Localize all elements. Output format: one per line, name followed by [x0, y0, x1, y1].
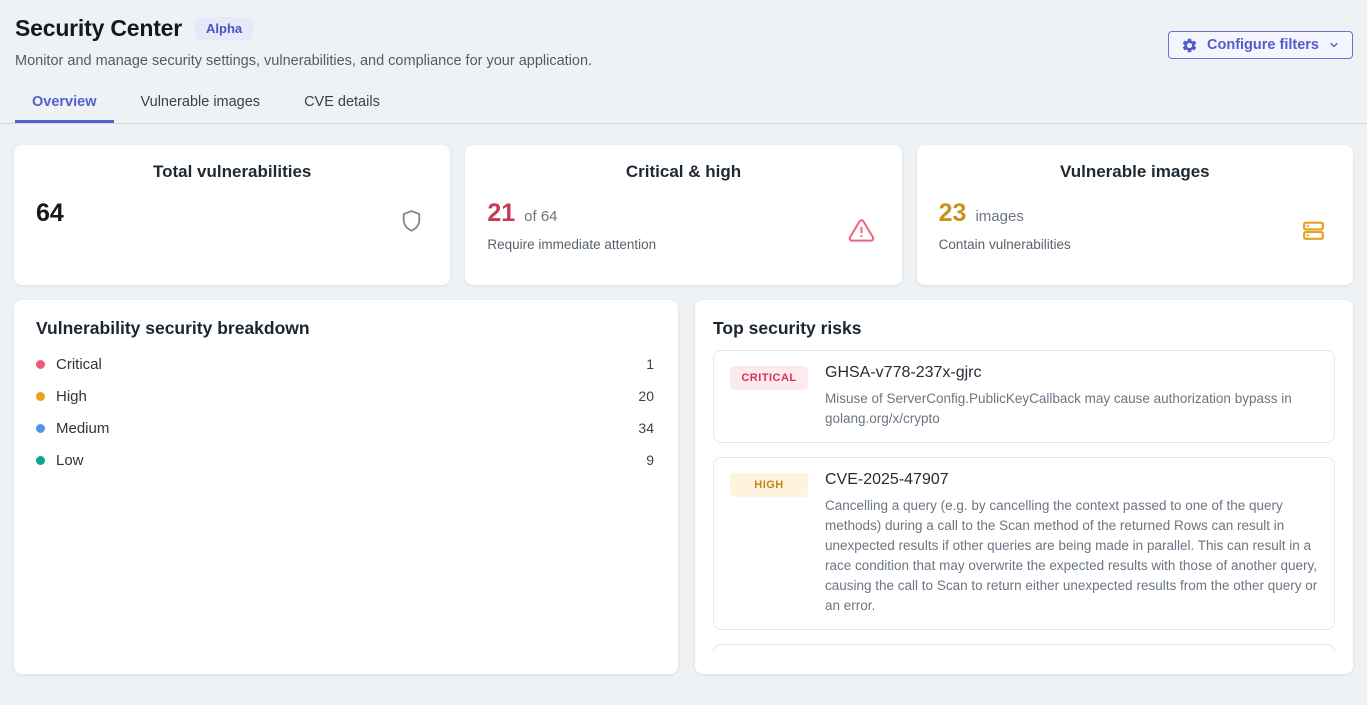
risk-card-ghsa-v778-237x-gjrc[interactable]: CRITICAL GHSA-v778-237x-gjrc Misuse of S… — [713, 350, 1335, 443]
stat-note: Require immediate attention — [487, 237, 879, 253]
tab-bar: Overview Vulnerable images CVE details — [0, 85, 1367, 124]
breakdown-rows: Critical 1 High 20 Medium 34 — [36, 348, 656, 476]
risk-card-cve-2025-47907[interactable]: HIGH CVE-2025-47907 Cancelling a query (… — [713, 457, 1335, 630]
high-dot — [36, 392, 45, 401]
breakdown-row-medium: Medium 34 — [36, 412, 656, 444]
breakdown-value: 20 — [638, 388, 656, 404]
page-title: Security Center — [15, 15, 182, 42]
stat-card-title: Vulnerable images — [939, 162, 1331, 182]
configure-filters-button[interactable]: Configure filters — [1168, 31, 1353, 59]
medium-dot — [36, 424, 45, 433]
lower-panels: Vulnerability security breakdown Critica… — [14, 300, 1353, 674]
risk-body: GHSA-v778-237x-gjrc Misuse of ServerConf… — [825, 364, 1318, 429]
shield-icon — [399, 207, 424, 240]
page-subtitle: Monitor and manage security settings, vu… — [15, 53, 1353, 69]
alpha-badge: Alpha — [195, 17, 253, 40]
breakdown-title: Vulnerability security breakdown — [36, 318, 656, 339]
breakdown-value: 9 — [646, 452, 656, 468]
configure-filters-label: Configure filters — [1207, 37, 1319, 53]
stat-note — [36, 237, 428, 253]
risk-id: GHSA-v778-237x-gjrc — [825, 364, 1318, 382]
stat-value: 64 — [36, 199, 64, 228]
warning-triangle-icon — [847, 217, 876, 249]
breakdown-label: Medium — [56, 420, 109, 437]
stat-card-content: 64 — [36, 199, 428, 228]
breakdown-row-low: Low 9 — [36, 444, 656, 476]
gear-icon — [1181, 37, 1198, 54]
security-center-page: Security Center Alpha Monitor and manage… — [0, 0, 1367, 705]
risk-card-cve-2025-9086[interactable]: HIGH CVE-2025-9086 — [713, 644, 1335, 652]
risk-body: CVE-2025-47907 Cancelling a query (e.g. … — [825, 471, 1318, 616]
stat-card-content: 23 images — [939, 199, 1331, 228]
top-security-risks-panel: Top security risks CRITICAL GHSA-v778-23… — [695, 300, 1353, 674]
chevron-down-icon — [1328, 39, 1340, 51]
breakdown-value: 1 — [646, 356, 656, 372]
stat-card-title: Total vulnerabilities — [36, 162, 428, 182]
tab-overview[interactable]: Overview — [15, 85, 114, 123]
risk-description: Cancelling a query (e.g. by cancelling t… — [825, 496, 1318, 616]
risk-list: CRITICAL GHSA-v778-237x-gjrc Misuse of S… — [713, 350, 1335, 652]
vulnerability-breakdown-panel: Vulnerability security breakdown Critica… — [14, 300, 678, 674]
title-row: Security Center Alpha — [15, 15, 1353, 42]
stat-card-critical-high: Critical & high 21 of 64 Require immedia… — [465, 145, 901, 285]
risks-title: Top security risks — [713, 318, 1335, 339]
breakdown-row-critical: Critical 1 — [36, 348, 656, 380]
main-content: Total vulnerabilities 64 Critical & high… — [0, 145, 1367, 674]
stat-card-total-vulnerabilities: Total vulnerabilities 64 — [14, 145, 450, 285]
risk-id: CVE-2025-47907 — [825, 471, 1318, 489]
stat-note: Contain vulnerabilities — [939, 237, 1331, 253]
tab-vulnerable-images[interactable]: Vulnerable images — [124, 85, 278, 123]
breakdown-label: Low — [56, 452, 84, 469]
critical-dot — [36, 360, 45, 369]
breakdown-label: High — [56, 388, 87, 405]
breakdown-row-high: High 20 — [36, 380, 656, 412]
stat-card-vulnerable-images: Vulnerable images 23 images Contain vuln… — [917, 145, 1353, 285]
stat-value: 21 — [487, 199, 515, 228]
breakdown-label: Critical — [56, 356, 102, 373]
server-icon — [1300, 218, 1327, 248]
page-header: Security Center Alpha Monitor and manage… — [0, 0, 1367, 69]
low-dot — [36, 456, 45, 465]
stat-card-content: 21 of 64 — [487, 199, 879, 228]
severity-badge: HIGH — [730, 473, 808, 497]
stat-suffix: of 64 — [524, 208, 557, 225]
severity-badge: CRITICAL — [730, 366, 808, 390]
stat-value: 23 — [939, 199, 967, 228]
tab-cve-details[interactable]: CVE details — [287, 85, 397, 123]
risk-description: Misuse of ServerConfig.PublicKeyCallback… — [825, 389, 1318, 429]
breakdown-value: 34 — [638, 420, 656, 436]
stat-card-title: Critical & high — [487, 162, 879, 182]
stat-cards-row: Total vulnerabilities 64 Critical & high… — [14, 145, 1353, 285]
stat-suffix: images — [975, 208, 1023, 225]
